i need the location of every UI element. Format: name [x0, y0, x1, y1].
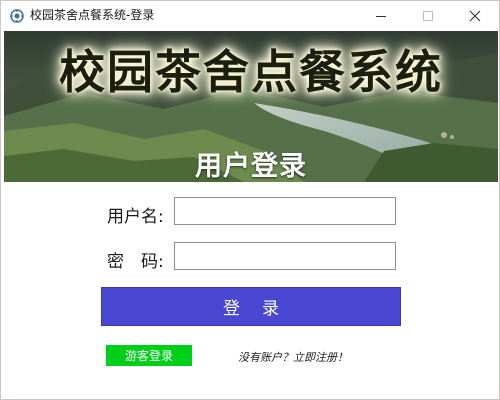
login-heading: 用户登录: [195, 151, 307, 182]
header-banner: 校园茶舍点餐系统 用户登录: [4, 31, 498, 182]
maximize-icon: [423, 11, 433, 21]
close-icon: [469, 10, 481, 22]
login-window: 校园茶舍点餐系统-登录 校园茶舍点餐系统 用户登录 用户名: 密 码: 登录 游…: [0, 0, 500, 400]
title-bar[interactable]: 校园茶舍点餐系统-登录: [1, 1, 499, 31]
login-button[interactable]: 登录: [101, 287, 401, 326]
maximize-button[interactable]: [408, 1, 448, 31]
username-label: 用户名:: [107, 207, 164, 227]
window-title: 校园茶舍点餐系统-登录: [30, 8, 155, 22]
password-input[interactable]: [174, 242, 396, 270]
guest-login-button[interactable]: 游客登录: [106, 345, 192, 366]
minimize-icon: [376, 16, 386, 17]
register-link[interactable]: 没有账户？立即注册！: [238, 349, 348, 365]
app-icon: [10, 9, 24, 23]
username-input[interactable]: [174, 197, 396, 225]
close-button[interactable]: [455, 1, 495, 31]
minimize-button[interactable]: [361, 1, 401, 31]
banner-title: 校园茶舍点餐系统: [59, 45, 443, 99]
password-label: 密 码:: [107, 252, 164, 272]
